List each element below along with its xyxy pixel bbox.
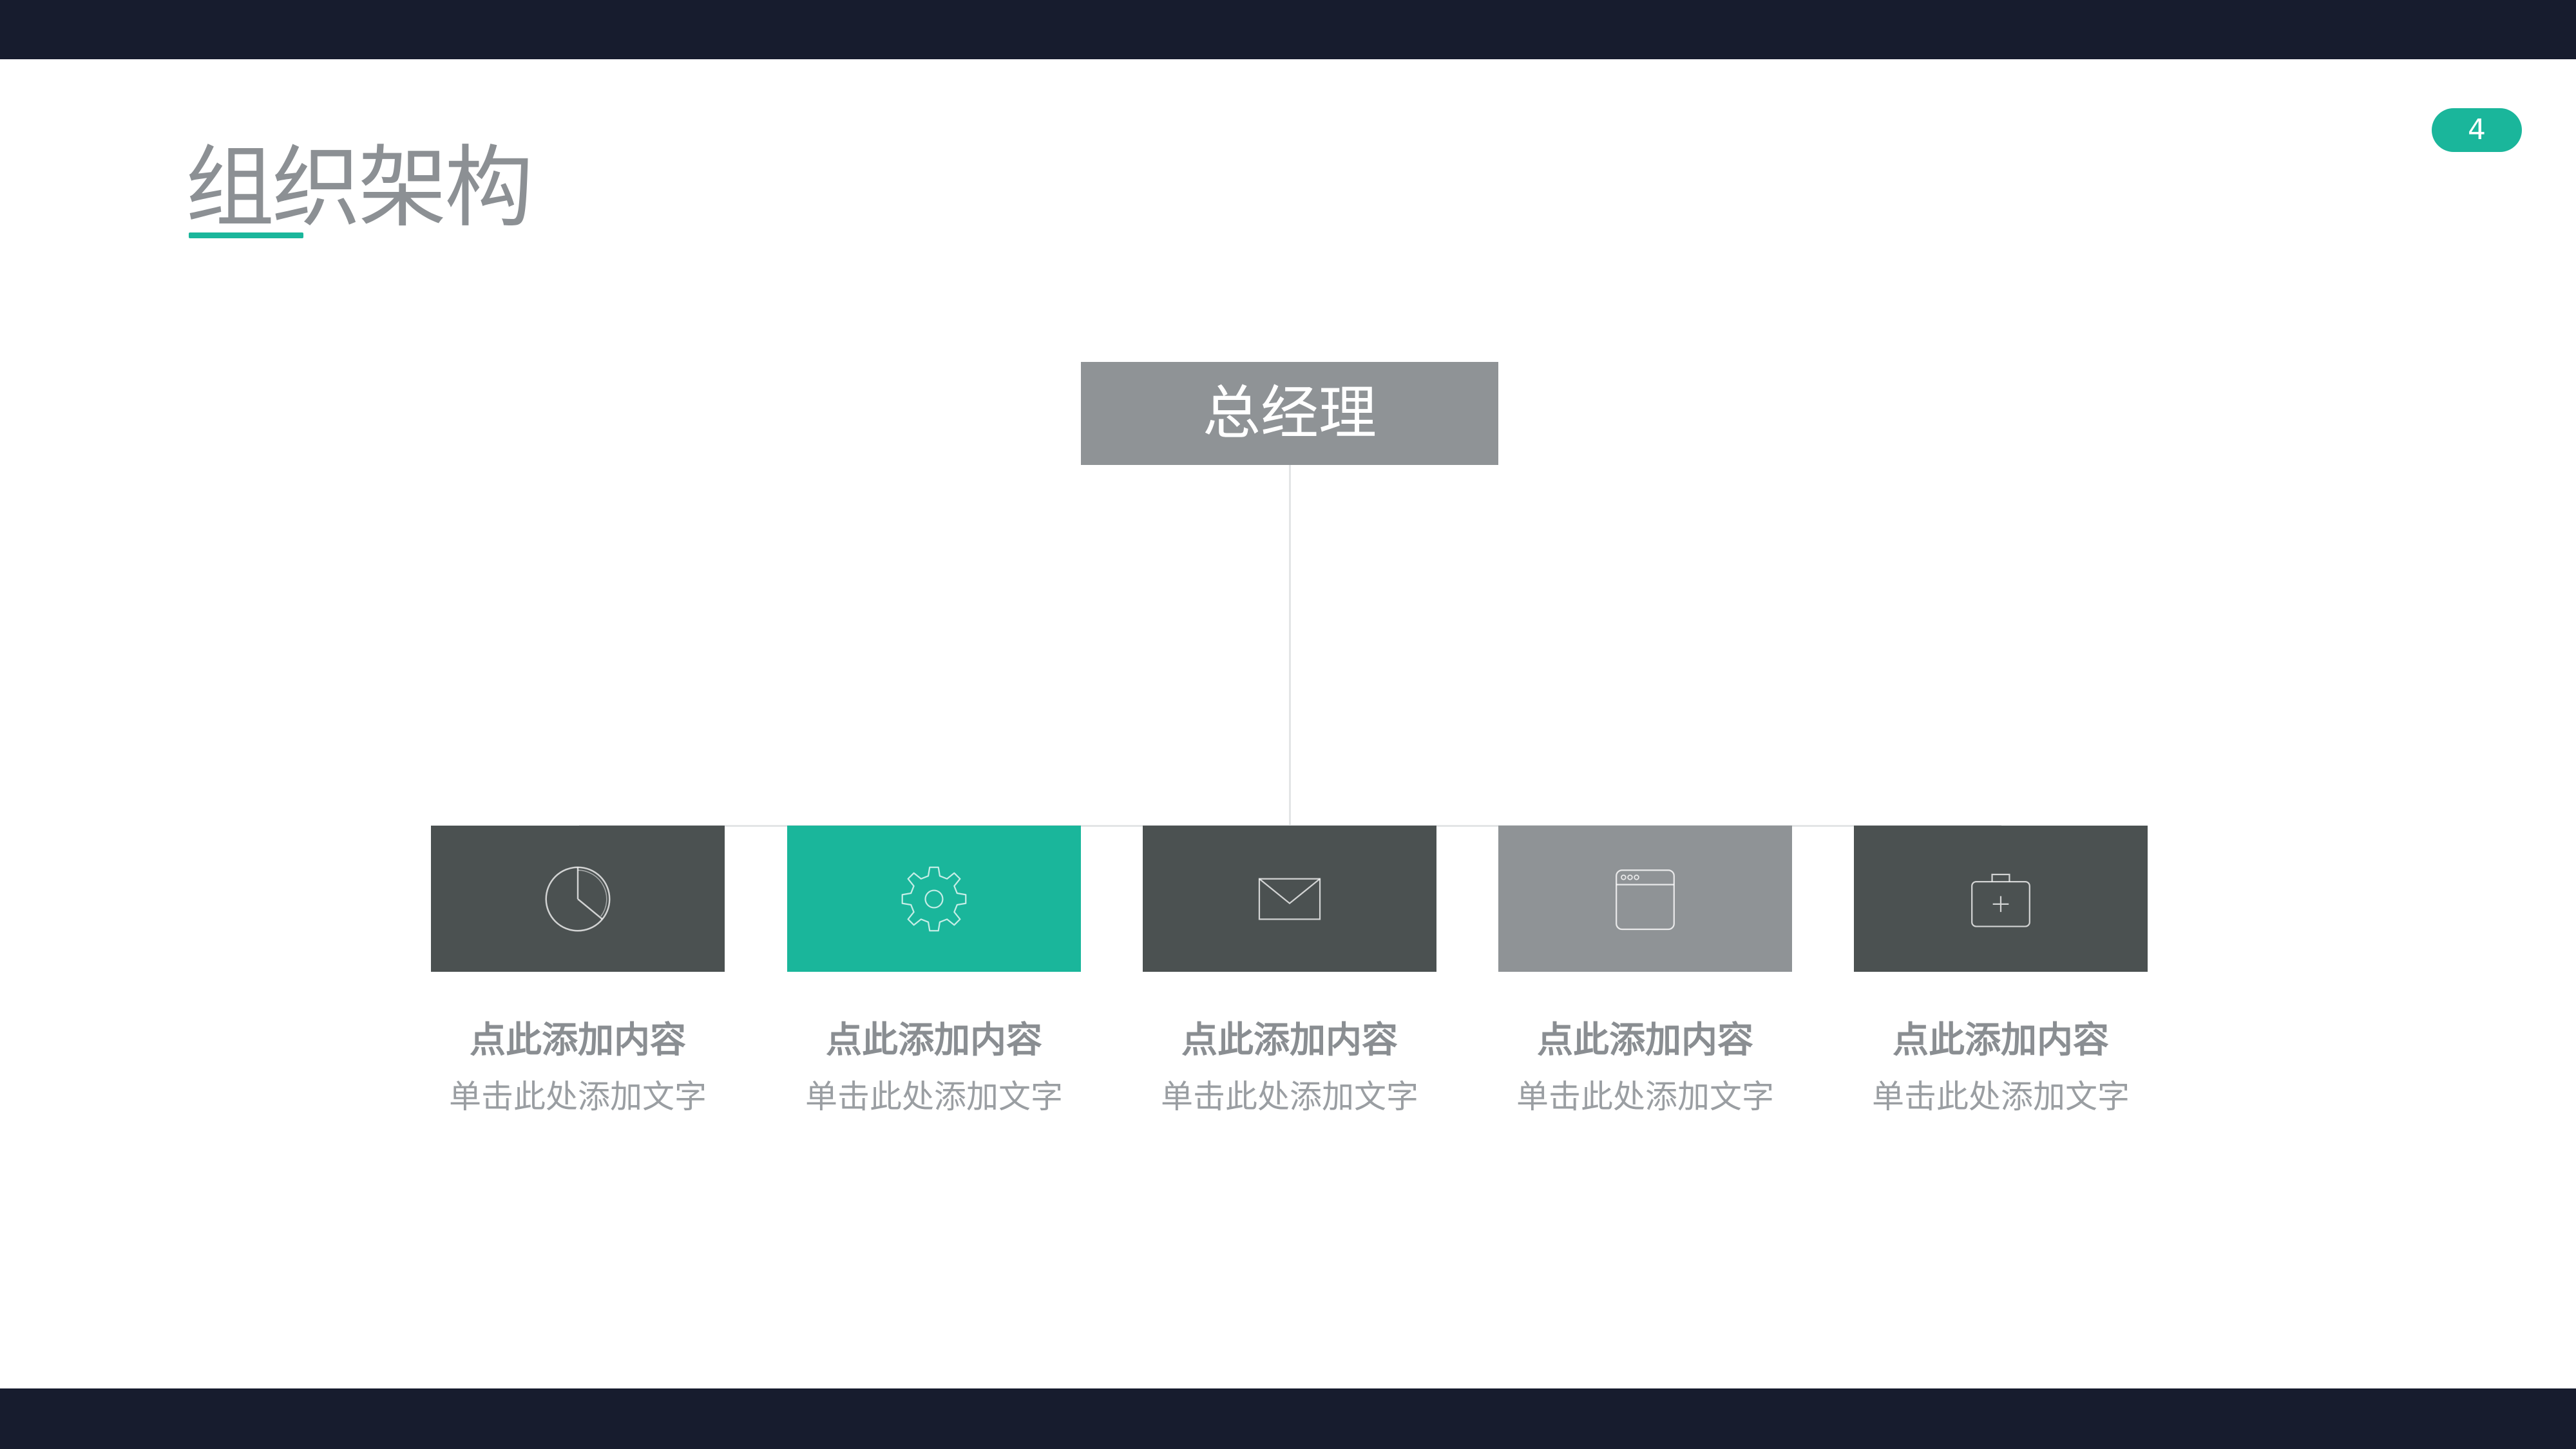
top-bar (0, 0, 2576, 59)
node-title-5: 点此添加内容 (1893, 1019, 2109, 1061)
node-title-3: 点此添加内容 (1181, 1019, 1398, 1061)
node-box-4 (1498, 826, 1792, 972)
node-box-1 (431, 826, 725, 972)
pie-chart-icon (545, 866, 611, 932)
gear-icon (901, 866, 967, 931)
title-underline (189, 232, 303, 238)
node-box-2 (787, 826, 1081, 972)
slide-title: 组织架构 (186, 136, 533, 240)
root-node: 总经理 (1081, 362, 1498, 465)
root-connector (1289, 465, 1291, 826)
node-subtitle-3: 单击此处添加文字 (1161, 1078, 1418, 1115)
bottom-bar (0, 1388, 2576, 1449)
briefcase-icon (1971, 873, 2030, 927)
node-title-2: 点此添加内容 (826, 1019, 1042, 1061)
node-box-5 (1854, 826, 2148, 972)
browser-window-icon (1616, 869, 1675, 930)
node-box-3 (1143, 826, 1436, 972)
page-number-badge: 4 (2432, 108, 2522, 152)
node-subtitle-2: 单击此处添加文字 (805, 1078, 1063, 1115)
node-title-4: 点此添加内容 (1537, 1019, 1753, 1061)
node-subtitle-5: 单击此处添加文字 (1872, 1078, 2130, 1115)
node-subtitle-4: 单击此处添加文字 (1516, 1078, 1774, 1115)
envelope-icon (1258, 878, 1321, 920)
node-title-1: 点此添加内容 (470, 1019, 686, 1061)
node-subtitle-1: 单击此处添加文字 (449, 1078, 707, 1115)
